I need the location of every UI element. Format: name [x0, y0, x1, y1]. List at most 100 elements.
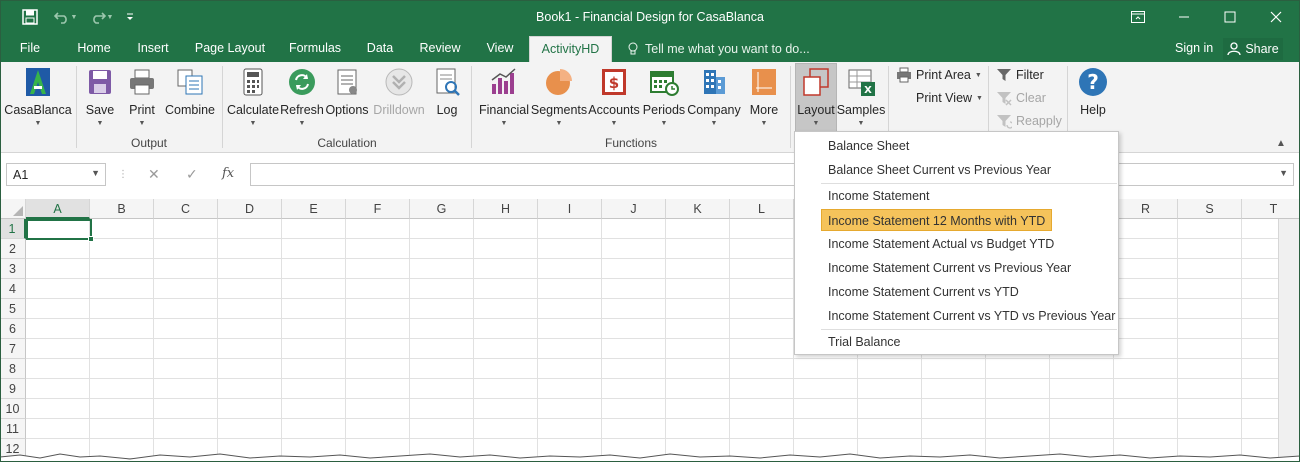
combine-button[interactable]: Combine	[164, 64, 216, 132]
options-button[interactable]: Options	[324, 64, 370, 132]
person-icon	[1227, 42, 1241, 56]
log-button[interactable]: Log	[430, 64, 464, 132]
calculate-button[interactable]: Calculate ▼	[226, 64, 280, 132]
column-header-i[interactable]: I	[538, 199, 602, 219]
row-header-5[interactable]: 5	[0, 299, 26, 319]
company-label: Company	[687, 103, 741, 117]
menu-item-balance-sheet-current-vs-previous-year[interactable]: Balance Sheet Current vs Previous Year	[822, 159, 1057, 181]
refresh-icon	[289, 69, 315, 95]
column-header-r[interactable]: R	[1114, 199, 1178, 219]
tab-activityhd[interactable]: ActivityHD	[529, 36, 612, 62]
row-header-7[interactable]: 7	[0, 339, 26, 359]
column-header-f[interactable]: F	[346, 199, 410, 219]
column-header-g[interactable]: G	[410, 199, 474, 219]
accounts-button[interactable]: $ Accounts ▼	[588, 64, 640, 132]
formula-input[interactable]: ▼	[250, 163, 1294, 186]
segments-button[interactable]: Segments ▼	[530, 64, 588, 132]
company-button[interactable]: Company ▼	[686, 64, 742, 132]
row-header-6[interactable]: 6	[0, 319, 26, 339]
segments-label: Segments	[530, 103, 588, 117]
column-header-a[interactable]: A	[26, 199, 90, 219]
menu-item-income-statement-12-months-ytd[interactable]: Income Statement 12 Months with YTD	[821, 209, 1053, 231]
insert-function-icon[interactable]: fx	[222, 166, 234, 181]
tab-insert[interactable]: Insert	[130, 36, 176, 62]
tab-file[interactable]: File	[8, 36, 52, 62]
combine-label: Combine	[164, 103, 216, 117]
vertical-scrollbar[interactable]	[1278, 219, 1300, 462]
maximize-icon[interactable]	[1210, 4, 1250, 30]
more-button[interactable]: More ▼	[744, 64, 784, 132]
layout-button[interactable]: Layout ▼	[795, 63, 837, 133]
menu-item-income-statement[interactable]: Income Statement	[822, 185, 935, 207]
row-header-1[interactable]: 1	[0, 219, 26, 239]
periods-label: Periods	[642, 103, 686, 117]
svg-text:$: $	[609, 74, 619, 92]
samples-button[interactable]: X Samples ▼	[837, 64, 885, 132]
financial-button[interactable]: Financial ▼	[476, 64, 532, 132]
menu-item-income-statement-current-vs-previous-year[interactable]: Income Statement Current vs Previous Yea…	[822, 257, 1077, 279]
chevron-down-icon[interactable]: ▼	[91, 168, 100, 178]
menu-item-income-statement-current-vs-ytd-vs-previous-year[interactable]: Income Statement Current vs YTD vs Previ…	[822, 305, 1121, 327]
row-header-3[interactable]: 3	[0, 259, 26, 279]
ribbon-display-icon[interactable]	[1118, 4, 1158, 30]
collapse-ribbon-icon[interactable]: ▲	[1276, 138, 1286, 149]
excel-samples-icon: X	[848, 69, 875, 96]
expand-formula-icon[interactable]: ▼	[1279, 168, 1288, 178]
tab-review[interactable]: Review	[414, 36, 466, 62]
periods-button[interactable]: Periods ▼	[642, 64, 686, 132]
row-header-11[interactable]: 11	[0, 419, 26, 439]
tab-page-layout[interactable]: Page Layout	[190, 36, 270, 62]
pie-chart-icon	[546, 69, 572, 95]
refresh-button[interactable]: Refresh ▼	[280, 64, 324, 132]
tab-home[interactable]: Home	[70, 36, 118, 62]
print-view-button[interactable]: Print View ▼	[916, 88, 983, 108]
save-button[interactable]: Save ▼	[82, 64, 118, 132]
print-button[interactable]: Print ▼	[124, 64, 160, 132]
tab-view[interactable]: View	[480, 36, 520, 62]
column-header-e[interactable]: E	[282, 199, 346, 219]
building-icon	[704, 70, 725, 94]
tab-data[interactable]: Data	[360, 36, 400, 62]
menu-item-income-statement-current-vs-ytd[interactable]: Income Statement Current vs YTD	[822, 281, 1025, 303]
print-area-button[interactable]: Print Area ▼	[896, 65, 982, 85]
name-box[interactable]: A1 ▼	[6, 163, 106, 186]
column-header-l[interactable]: L	[730, 199, 794, 219]
column-header-k[interactable]: K	[666, 199, 730, 219]
menu-item-income-statement-actual-vs-budget-ytd[interactable]: Income Statement Actual vs Budget YTD	[822, 233, 1060, 255]
row-header-8[interactable]: 8	[0, 359, 26, 379]
row-header-2[interactable]: 2	[0, 239, 26, 259]
minimize-icon[interactable]	[1164, 4, 1204, 30]
tab-formulas[interactable]: Formulas	[283, 36, 347, 62]
sign-in-link[interactable]: Sign in	[1175, 36, 1213, 60]
column-header-b[interactable]: B	[90, 199, 154, 219]
column-header-c[interactable]: C	[154, 199, 218, 219]
menu-item-balance-sheet[interactable]: Balance Sheet	[822, 135, 915, 157]
select-all-corner[interactable]	[0, 199, 26, 219]
tell-me-search[interactable]: Tell me what you want to do...	[627, 36, 810, 62]
share-button[interactable]: Share	[1223, 38, 1283, 60]
menu-separator	[821, 183, 1117, 184]
column-header-s[interactable]: S	[1178, 199, 1242, 219]
chevron-down-icon: ▼	[660, 120, 668, 127]
name-box-value: A1	[13, 167, 29, 182]
group-label-output: Output	[130, 136, 168, 150]
clear-label: Clear	[1016, 91, 1046, 105]
fill-handle[interactable]	[88, 236, 94, 242]
chevron-down-icon: ▼	[500, 120, 508, 127]
row-header-4[interactable]: 4	[0, 279, 26, 299]
close-icon[interactable]	[1256, 4, 1296, 30]
row-header-9[interactable]: 9	[0, 379, 26, 399]
filter-button[interactable]: Filter	[996, 65, 1044, 85]
cancel-icon[interactable]: ✕	[148, 166, 160, 183]
column-header-d[interactable]: D	[218, 199, 282, 219]
enter-icon[interactable]: ✓	[186, 166, 198, 183]
casablanca-button[interactable]: CasaBlanca ▼	[4, 64, 72, 132]
row-header-10[interactable]: 10	[0, 399, 26, 419]
column-header-t[interactable]: T	[1242, 199, 1300, 219]
active-cell[interactable]	[26, 219, 94, 242]
column-header-j[interactable]: J	[602, 199, 666, 219]
column-header-h[interactable]: H	[474, 199, 538, 219]
menu-item-trial-balance[interactable]: Trial Balance	[822, 331, 907, 353]
printer-icon	[130, 69, 154, 95]
help-button[interactable]: ? Help	[1072, 64, 1114, 132]
